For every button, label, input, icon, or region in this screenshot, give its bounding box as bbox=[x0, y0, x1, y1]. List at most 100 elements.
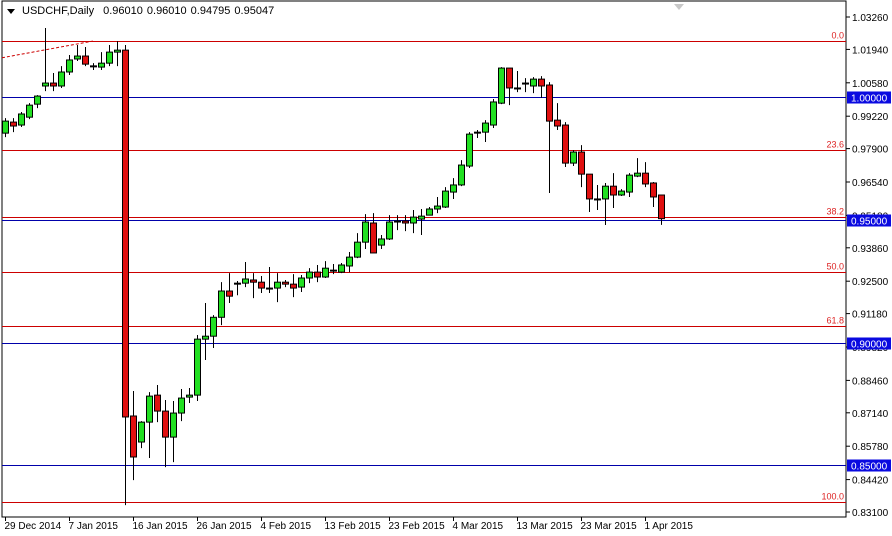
price-tick-label: 0.91180 bbox=[852, 310, 888, 321]
bearish-candle-body bbox=[250, 279, 257, 283]
bullish-candle-body bbox=[386, 221, 393, 240]
bullish-candle-body bbox=[426, 208, 433, 216]
bullish-candle-body bbox=[626, 174, 633, 193]
ohlc-high: 0.96010 bbox=[146, 5, 187, 17]
candle bbox=[26, 103, 33, 120]
date-tick-label: 13 Feb 2015 bbox=[325, 521, 382, 532]
bullish-candle-body bbox=[18, 113, 25, 126]
price-level-label: 0.85000 bbox=[851, 462, 888, 473]
price-level-label: 1.00000 bbox=[851, 94, 888, 105]
bearish-candle-body bbox=[546, 84, 553, 122]
price-tick-label: 0.96540 bbox=[852, 178, 889, 189]
bearish-candle-body bbox=[130, 415, 137, 458]
price-axis[interactable]: 1.03260 1.01940 1.00580 0.99220 0.97900 0.965… bbox=[846, 13, 891, 519]
bearish-candle-body bbox=[554, 119, 561, 127]
bullish-candle-body bbox=[106, 51, 113, 64]
bullish-candle-body bbox=[410, 216, 417, 224]
dropdown-arrow-icon[interactable] bbox=[7, 8, 15, 14]
fib-level-label: 61.8 bbox=[826, 316, 844, 326]
bullish-candle-body bbox=[26, 104, 33, 118]
bullish-candle-body bbox=[138, 421, 145, 443]
bullish-candle-body bbox=[90, 65, 97, 68]
date-tick-label: 7 Jan 2015 bbox=[69, 521, 119, 532]
bullish-candle-body bbox=[34, 95, 41, 105]
bearish-candle-body bbox=[370, 222, 377, 254]
price-tick-label: 1.00580 bbox=[852, 79, 889, 90]
price-tick-label: 0.87140 bbox=[852, 409, 889, 420]
bearish-candle-body bbox=[578, 151, 585, 175]
candle bbox=[562, 122, 569, 168]
date-tick-label: 16 Jan 2015 bbox=[133, 521, 188, 532]
bullish-candle-body bbox=[322, 267, 329, 278]
bullish-candle-body bbox=[394, 220, 401, 223]
chart-title: USDCHF,Daily 0.96010 0.96010 0.94795 0.9… bbox=[7, 5, 274, 17]
price-level-label: 0.90000 bbox=[851, 340, 888, 351]
bullish-candle-body bbox=[458, 164, 465, 186]
bullish-candle-body bbox=[498, 67, 505, 104]
bullish-candle-body bbox=[114, 49, 121, 53]
date-tick-label: 13 Mar 2015 bbox=[517, 521, 574, 532]
bullish-candle-body bbox=[66, 59, 73, 73]
bearish-candle-body bbox=[506, 67, 513, 89]
symbol-timeframe: USDCHF,Daily bbox=[22, 5, 95, 17]
bullish-candle-body bbox=[242, 278, 249, 284]
bullish-candle-body bbox=[202, 335, 209, 340]
candle bbox=[338, 263, 345, 274]
bearish-candle-body bbox=[650, 182, 657, 198]
bullish-candle-body bbox=[354, 241, 361, 258]
candle bbox=[466, 132, 473, 169]
bullish-candle-body bbox=[194, 338, 201, 396]
bullish-candle-body bbox=[634, 172, 641, 177]
bullish-candle-body bbox=[450, 184, 457, 193]
price-tick-label: 0.97900 bbox=[852, 145, 889, 156]
bearish-candle-body bbox=[610, 185, 617, 196]
bearish-candle-body bbox=[258, 281, 265, 289]
bearish-candle-body bbox=[234, 282, 241, 285]
candle bbox=[18, 112, 25, 127]
candle bbox=[490, 99, 497, 128]
bearish-candle-body bbox=[538, 78, 545, 87]
bullish-candle-body bbox=[58, 71, 65, 87]
price-tick-label: 0.92500 bbox=[852, 277, 889, 288]
fib-level-label: 38.2 bbox=[826, 207, 844, 217]
bearish-candle-body bbox=[330, 269, 337, 272]
bullish-candle-body bbox=[170, 412, 177, 438]
time-axis[interactable]: 29 Dec 2014 7 Jan 2015 16 Jan 2015 26 Jan 2… bbox=[5, 517, 694, 532]
bullish-candle-body bbox=[618, 190, 625, 196]
bullish-candle-body bbox=[178, 397, 185, 414]
bearish-candle-body bbox=[282, 281, 289, 285]
bearish-candle-body bbox=[122, 49, 129, 418]
fib-level-label: 100.0 bbox=[821, 492, 844, 502]
bearish-candle-body bbox=[154, 394, 161, 412]
date-tick-label: 1 Apr 2015 bbox=[645, 521, 694, 532]
fib-level-label: 50.0 bbox=[826, 262, 844, 272]
price-level-label: 0.95000 bbox=[851, 217, 888, 228]
price-tick-label: 1.01940 bbox=[852, 45, 889, 56]
bullish-candle-body bbox=[346, 256, 353, 267]
bullish-candle-body bbox=[218, 290, 225, 318]
bullish-candle-body bbox=[338, 264, 345, 273]
ohlc-low: 0.94795 bbox=[190, 5, 231, 17]
bullish-candle-body bbox=[2, 120, 9, 134]
chart-shift-marker-icon[interactable] bbox=[674, 4, 684, 10]
bearish-candle-body bbox=[290, 283, 297, 289]
bearish-candle-body bbox=[314, 271, 321, 278]
price-tick-label: 0.88460 bbox=[852, 376, 889, 387]
bullish-candle-body bbox=[570, 151, 577, 164]
date-tick-label: 4 Mar 2015 bbox=[453, 521, 504, 532]
bullish-candle-body bbox=[466, 133, 473, 167]
bullish-candle-body bbox=[210, 316, 217, 337]
date-tick-label: 29 Dec 2014 bbox=[5, 521, 62, 532]
price-chart[interactable]: 0.023.638.250.061.8100.0 1.032601.019401… bbox=[0, 0, 892, 536]
bullish-candle-body bbox=[434, 205, 441, 210]
bullish-candle-body bbox=[186, 394, 193, 398]
bearish-candle-body bbox=[266, 287, 273, 290]
candle bbox=[498, 67, 505, 105]
bullish-candle-body bbox=[42, 82, 49, 87]
bullish-candle-body bbox=[306, 271, 313, 279]
bullish-candle-body bbox=[298, 277, 305, 288]
bearish-candle-body bbox=[562, 124, 569, 164]
price-tick-label: 0.83100 bbox=[852, 508, 889, 519]
price-tick-label: 0.84420 bbox=[852, 476, 889, 487]
bearish-candle-body bbox=[162, 410, 169, 438]
